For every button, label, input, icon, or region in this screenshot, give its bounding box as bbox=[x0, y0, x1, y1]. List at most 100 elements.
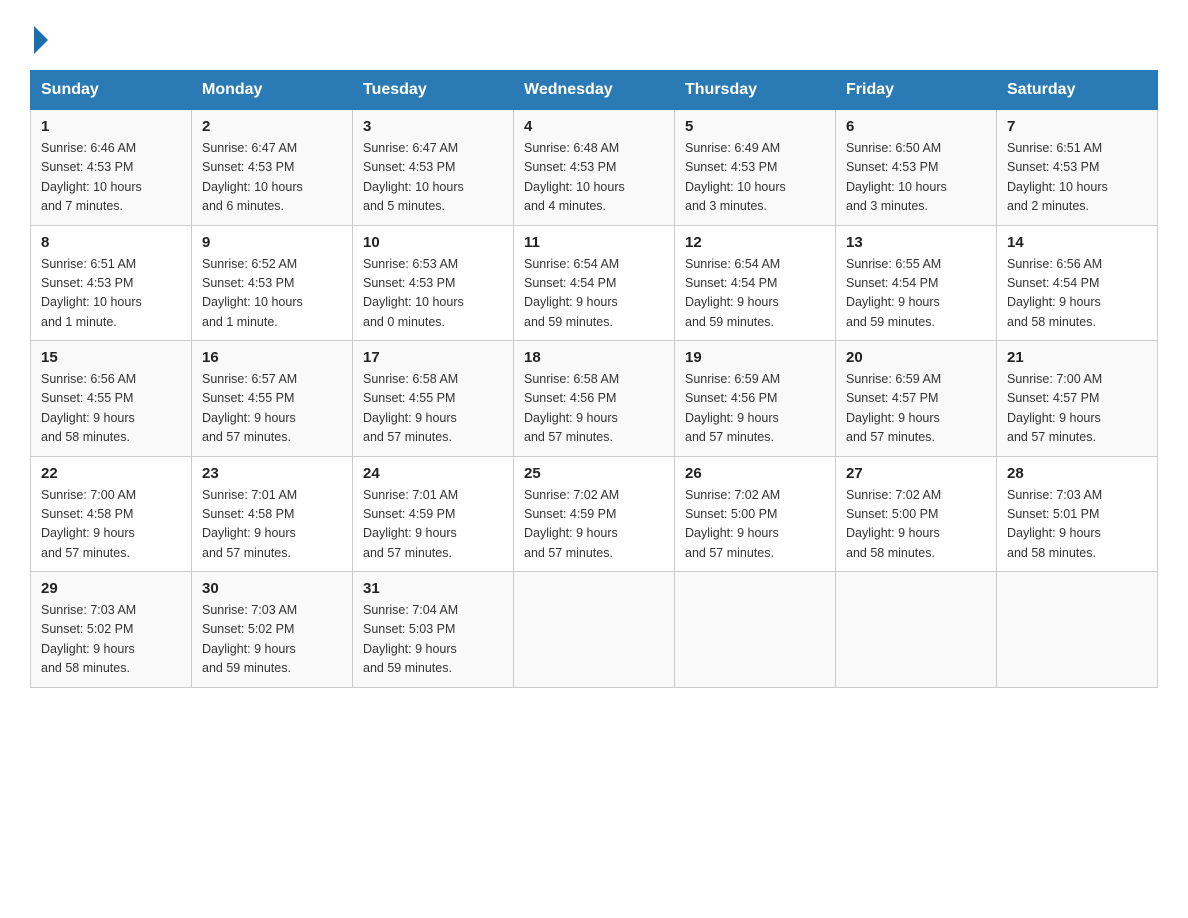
day-info: Sunrise: 7:02 AM Sunset: 5:00 PM Dayligh… bbox=[846, 486, 986, 564]
calendar-week-row: 1 Sunrise: 6:46 AM Sunset: 4:53 PM Daylig… bbox=[31, 110, 1158, 226]
day-number: 31 bbox=[363, 580, 503, 597]
day-info: Sunrise: 7:01 AM Sunset: 4:59 PM Dayligh… bbox=[363, 486, 503, 564]
day-number: 19 bbox=[685, 349, 825, 366]
day-header-sunday: Sunday bbox=[31, 71, 192, 110]
day-info: Sunrise: 6:56 AM Sunset: 4:55 PM Dayligh… bbox=[41, 370, 181, 448]
calendar-day-21: 21 Sunrise: 7:00 AM Sunset: 4:57 PM Dayli… bbox=[997, 341, 1158, 457]
day-info: Sunrise: 7:03 AM Sunset: 5:01 PM Dayligh… bbox=[1007, 486, 1147, 564]
day-number: 21 bbox=[1007, 349, 1147, 366]
day-number: 28 bbox=[1007, 465, 1147, 482]
calendar-day-18: 18 Sunrise: 6:58 AM Sunset: 4:56 PM Dayli… bbox=[514, 341, 675, 457]
day-info: Sunrise: 6:46 AM Sunset: 4:53 PM Dayligh… bbox=[41, 139, 181, 217]
day-number: 26 bbox=[685, 465, 825, 482]
calendar-day-28: 28 Sunrise: 7:03 AM Sunset: 5:01 PM Dayli… bbox=[997, 456, 1158, 572]
day-number: 24 bbox=[363, 465, 503, 482]
day-info: Sunrise: 6:54 AM Sunset: 4:54 PM Dayligh… bbox=[685, 255, 825, 333]
calendar-day-29: 29 Sunrise: 7:03 AM Sunset: 5:02 PM Dayli… bbox=[31, 572, 192, 688]
day-info: Sunrise: 6:47 AM Sunset: 4:53 PM Dayligh… bbox=[363, 139, 503, 217]
calendar-day-31: 31 Sunrise: 7:04 AM Sunset: 5:03 PM Dayli… bbox=[353, 572, 514, 688]
calendar-day-22: 22 Sunrise: 7:00 AM Sunset: 4:58 PM Dayli… bbox=[31, 456, 192, 572]
day-number: 6 bbox=[846, 118, 986, 135]
day-number: 4 bbox=[524, 118, 664, 135]
day-number: 12 bbox=[685, 234, 825, 251]
calendar-empty-cell bbox=[997, 572, 1158, 688]
day-number: 2 bbox=[202, 118, 342, 135]
day-number: 16 bbox=[202, 349, 342, 366]
day-info: Sunrise: 7:00 AM Sunset: 4:57 PM Dayligh… bbox=[1007, 370, 1147, 448]
calendar-header-row: SundayMondayTuesdayWednesdayThursdayFrid… bbox=[31, 71, 1158, 110]
calendar-day-9: 9 Sunrise: 6:52 AM Sunset: 4:53 PM Daylig… bbox=[192, 225, 353, 341]
calendar-day-1: 1 Sunrise: 6:46 AM Sunset: 4:53 PM Daylig… bbox=[31, 110, 192, 226]
calendar-empty-cell bbox=[514, 572, 675, 688]
logo-arrow-icon bbox=[34, 26, 48, 54]
calendar-day-7: 7 Sunrise: 6:51 AM Sunset: 4:53 PM Daylig… bbox=[997, 110, 1158, 226]
day-number: 22 bbox=[41, 465, 181, 482]
calendar-table: SundayMondayTuesdayWednesdayThursdayFrid… bbox=[30, 70, 1158, 688]
calendar-day-16: 16 Sunrise: 6:57 AM Sunset: 4:55 PM Dayli… bbox=[192, 341, 353, 457]
calendar-day-5: 5 Sunrise: 6:49 AM Sunset: 4:53 PM Daylig… bbox=[675, 110, 836, 226]
day-header-wednesday: Wednesday bbox=[514, 71, 675, 110]
page-header bbox=[30, 30, 1158, 50]
calendar-day-19: 19Sunrise: 6:59 AM Sunset: 4:56 PM Dayli… bbox=[675, 341, 836, 457]
day-header-monday: Monday bbox=[192, 71, 353, 110]
calendar-day-12: 12 Sunrise: 6:54 AM Sunset: 4:54 PM Dayli… bbox=[675, 225, 836, 341]
day-info: Sunrise: 6:58 AM Sunset: 4:55 PM Dayligh… bbox=[363, 370, 503, 448]
day-number: 13 bbox=[846, 234, 986, 251]
day-number: 18 bbox=[524, 349, 664, 366]
day-info: Sunrise: 6:55 AM Sunset: 4:54 PM Dayligh… bbox=[846, 255, 986, 333]
day-header-tuesday: Tuesday bbox=[353, 71, 514, 110]
calendar-day-11: 11Sunrise: 6:54 AM Sunset: 4:54 PM Dayli… bbox=[514, 225, 675, 341]
day-number: 3 bbox=[363, 118, 503, 135]
calendar-day-10: 10Sunrise: 6:53 AM Sunset: 4:53 PM Dayli… bbox=[353, 225, 514, 341]
calendar-week-row: 15 Sunrise: 6:56 AM Sunset: 4:55 PM Dayli… bbox=[31, 341, 1158, 457]
day-header-friday: Friday bbox=[836, 71, 997, 110]
day-info: Sunrise: 7:02 AM Sunset: 5:00 PM Dayligh… bbox=[685, 486, 825, 564]
calendar-day-24: 24 Sunrise: 7:01 AM Sunset: 4:59 PM Dayli… bbox=[353, 456, 514, 572]
day-info: Sunrise: 6:51 AM Sunset: 4:53 PM Dayligh… bbox=[1007, 139, 1147, 217]
day-header-thursday: Thursday bbox=[675, 71, 836, 110]
day-number: 7 bbox=[1007, 118, 1147, 135]
calendar-day-4: 4 Sunrise: 6:48 AM Sunset: 4:53 PM Daylig… bbox=[514, 110, 675, 226]
day-info: Sunrise: 6:54 AM Sunset: 4:54 PM Dayligh… bbox=[524, 255, 664, 333]
day-info: Sunrise: 6:59 AM Sunset: 4:57 PM Dayligh… bbox=[846, 370, 986, 448]
day-header-saturday: Saturday bbox=[997, 71, 1158, 110]
calendar-day-23: 23Sunrise: 7:01 AM Sunset: 4:58 PM Dayli… bbox=[192, 456, 353, 572]
calendar-week-row: 22 Sunrise: 7:00 AM Sunset: 4:58 PM Dayli… bbox=[31, 456, 1158, 572]
day-number: 29 bbox=[41, 580, 181, 597]
day-info: Sunrise: 7:02 AM Sunset: 4:59 PM Dayligh… bbox=[524, 486, 664, 564]
day-number: 8 bbox=[41, 234, 181, 251]
day-number: 30 bbox=[202, 580, 342, 597]
day-info: Sunrise: 6:51 AM Sunset: 4:53 PM Dayligh… bbox=[41, 255, 181, 333]
day-info: Sunrise: 6:56 AM Sunset: 4:54 PM Dayligh… bbox=[1007, 255, 1147, 333]
day-number: 23 bbox=[202, 465, 342, 482]
day-number: 5 bbox=[685, 118, 825, 135]
day-number: 17 bbox=[363, 349, 503, 366]
day-number: 14 bbox=[1007, 234, 1147, 251]
calendar-day-6: 6Sunrise: 6:50 AM Sunset: 4:53 PM Daylig… bbox=[836, 110, 997, 226]
day-number: 20 bbox=[846, 349, 986, 366]
day-info: Sunrise: 6:49 AM Sunset: 4:53 PM Dayligh… bbox=[685, 139, 825, 217]
day-number: 27 bbox=[846, 465, 986, 482]
day-number: 9 bbox=[202, 234, 342, 251]
day-info: Sunrise: 6:48 AM Sunset: 4:53 PM Dayligh… bbox=[524, 139, 664, 217]
day-info: Sunrise: 6:58 AM Sunset: 4:56 PM Dayligh… bbox=[524, 370, 664, 448]
calendar-day-30: 30Sunrise: 7:03 AM Sunset: 5:02 PM Dayli… bbox=[192, 572, 353, 688]
calendar-day-14: 14 Sunrise: 6:56 AM Sunset: 4:54 PM Dayli… bbox=[997, 225, 1158, 341]
day-number: 15 bbox=[41, 349, 181, 366]
calendar-day-20: 20 Sunrise: 6:59 AM Sunset: 4:57 PM Dayli… bbox=[836, 341, 997, 457]
day-info: Sunrise: 6:52 AM Sunset: 4:53 PM Dayligh… bbox=[202, 255, 342, 333]
day-number: 1 bbox=[41, 118, 181, 135]
calendar-week-row: 29 Sunrise: 7:03 AM Sunset: 5:02 PM Dayli… bbox=[31, 572, 1158, 688]
day-info: Sunrise: 7:00 AM Sunset: 4:58 PM Dayligh… bbox=[41, 486, 181, 564]
calendar-empty-cell bbox=[675, 572, 836, 688]
calendar-day-26: 26 Sunrise: 7:02 AM Sunset: 5:00 PM Dayli… bbox=[675, 456, 836, 572]
logo bbox=[30, 30, 48, 50]
calendar-day-27: 27 Sunrise: 7:02 AM Sunset: 5:00 PM Dayli… bbox=[836, 456, 997, 572]
day-info: Sunrise: 7:03 AM Sunset: 5:02 PM Dayligh… bbox=[41, 601, 181, 679]
day-info: Sunrise: 7:04 AM Sunset: 5:03 PM Dayligh… bbox=[363, 601, 503, 679]
calendar-day-8: 8 Sunrise: 6:51 AM Sunset: 4:53 PM Daylig… bbox=[31, 225, 192, 341]
calendar-day-15: 15 Sunrise: 6:56 AM Sunset: 4:55 PM Dayli… bbox=[31, 341, 192, 457]
day-info: Sunrise: 6:57 AM Sunset: 4:55 PM Dayligh… bbox=[202, 370, 342, 448]
calendar-day-3: 3 Sunrise: 6:47 AM Sunset: 4:53 PM Daylig… bbox=[353, 110, 514, 226]
calendar-day-25: 25Sunrise: 7:02 AM Sunset: 4:59 PM Dayli… bbox=[514, 456, 675, 572]
